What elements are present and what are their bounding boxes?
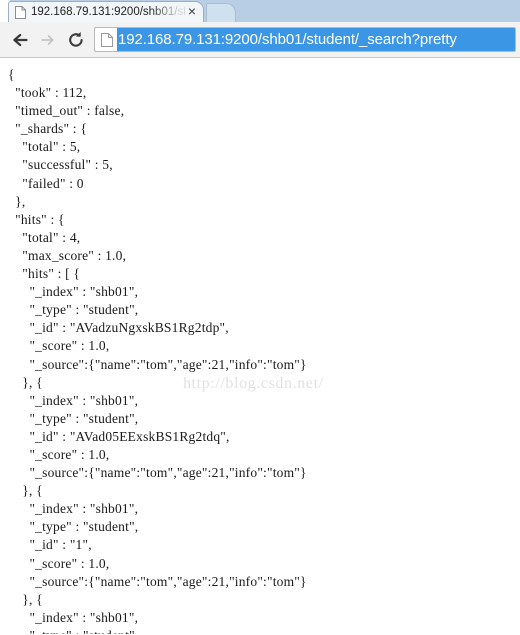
browser-toolbar: 192.168.79.131:9200/shb01/student/_searc… <box>0 22 520 58</box>
json-response-body: { "took" : 112, "timed_out" : false, "_s… <box>8 67 307 634</box>
page-icon <box>15 5 26 19</box>
page-content: http://blog.csdn.net/ { "took" : 112, "t… <box>0 58 520 634</box>
arrow-left-icon <box>11 32 29 48</box>
arrow-right-icon <box>39 32 57 48</box>
browser-tab-title: 192.168.79.131:9200/shb01/student/_searc… <box>31 6 185 18</box>
back-button[interactable] <box>6 26 34 54</box>
browser-window: 192.168.79.131:9200/shb01/student/_searc… <box>0 0 520 635</box>
browser-tab[interactable]: 192.168.79.131:9200/shb01/student/_searc… <box>8 1 204 22</box>
address-bar[interactable]: 192.168.79.131:9200/shb01/student/_searc… <box>94 27 516 52</box>
close-icon[interactable]: × <box>185 4 199 19</box>
address-bar-input[interactable]: 192.168.79.131:9200/shb01/student/_searc… <box>117 28 515 51</box>
tab-strip: 192.168.79.131:9200/shb01/student/_searc… <box>0 0 520 22</box>
new-tab-button[interactable] <box>206 3 236 22</box>
page-icon <box>95 32 117 47</box>
reload-icon <box>67 31 85 49</box>
forward-button[interactable] <box>34 26 62 54</box>
reload-button[interactable] <box>62 26 90 54</box>
